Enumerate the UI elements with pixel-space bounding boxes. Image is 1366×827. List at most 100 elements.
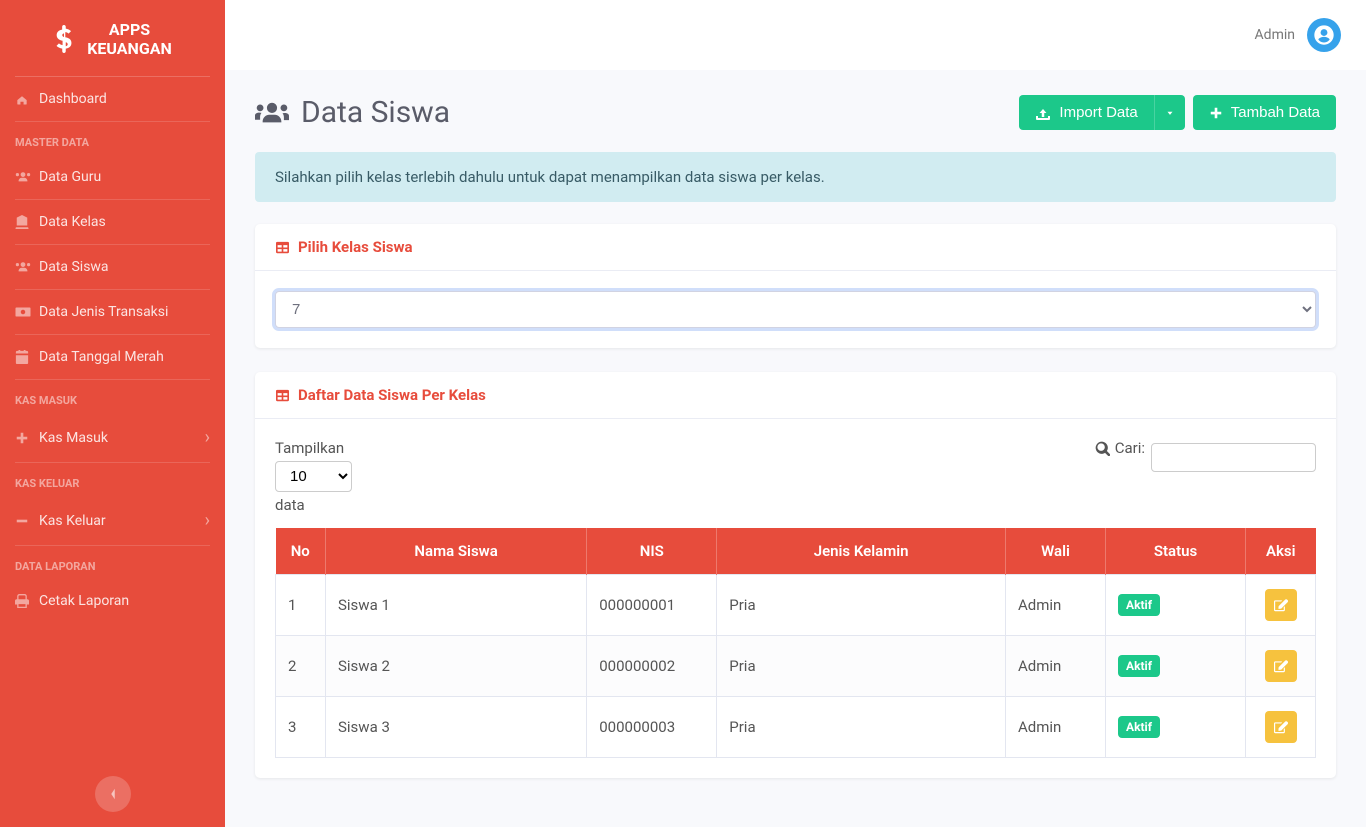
edit-button[interactable] [1265,711,1297,743]
kelas-select[interactable]: 7 [275,291,1316,328]
sidebar-item-label: Data Tanggal Merah [39,349,164,365]
sidebar-heading-laporan: DATA LAPORAN [0,546,225,579]
status-badge: Aktif [1118,594,1160,616]
users-icon [15,170,39,184]
upload-icon [1035,105,1051,121]
sidebar-item-data-guru[interactable]: Data Guru [0,155,225,199]
table-length-select[interactable]: 10 [275,461,352,492]
sidebar-item-label: Data Kelas [39,214,106,230]
cell-jk: Pria [717,697,1006,758]
status-badge: Aktif [1118,655,1160,677]
col-status[interactable]: Status [1106,528,1246,575]
length-label-pre: Tampilkan [275,439,352,457]
sidebar-heading-master: MASTER DATA [0,122,225,155]
sidebar-item-data-tanggal-merah[interactable]: Data Tanggal Merah [0,335,225,379]
sidebar-item-label: Kas Keluar [39,513,106,529]
calendar-icon [15,350,39,364]
card-header-pilih-kelas: Pilih Kelas Siswa [255,224,1336,271]
user-menu[interactable]: Admin [1255,18,1341,52]
brand[interactable]: APPS KEUANGAN [15,0,210,77]
sidebar-item-dashboard[interactable]: Dashboard [0,77,225,121]
cell-jk: Pria [717,636,1006,697]
edit-button[interactable] [1265,650,1297,682]
cell-no: 3 [276,697,326,758]
sidebar-item-kas-masuk[interactable]: Kas Masuk [0,413,225,462]
cell-no: 2 [276,636,326,697]
cell-nis: 000000003 [587,697,717,758]
minus-icon [15,514,39,528]
sidebar-item-label: Cetak Laporan [39,593,129,609]
cell-nama: Siswa 1 [326,575,587,636]
username-label: Admin [1255,27,1295,43]
topbar: Admin [225,0,1366,70]
sidebar: APPS KEUANGAN Dashboard MASTER DATA Data… [0,0,225,827]
search-icon [1095,441,1110,456]
table-search-control: Cari: [1095,439,1316,514]
table-length-control: Tampilkan 10 data [275,439,352,514]
sidebar-item-label: Dashboard [39,91,107,107]
building-icon [15,215,39,229]
table-search-input[interactable] [1151,443,1316,472]
card-daftar-siswa: Daftar Data Siswa Per Kelas Tampilkan 10… [255,372,1336,778]
print-icon [15,594,39,608]
col-jk[interactable]: Jenis Kelamin [717,528,1006,575]
table-icon [275,389,290,402]
sidebar-item-cetak-laporan[interactable]: Cetak Laporan [0,579,225,623]
cell-aksi [1246,575,1316,636]
sidebar-heading-kas-keluar: KAS KELUAR [0,463,225,496]
sidebar-heading-kas-masuk: KAS MASUK [0,380,225,413]
cell-wali: Admin [1006,697,1106,758]
sidebar-item-label: Kas Masuk [39,430,108,446]
cell-status: Aktif [1106,697,1246,758]
sidebar-item-label: Data Jenis Transaksi [39,304,168,320]
sidebar-item-kas-keluar[interactable]: Kas Keluar [0,496,225,545]
status-badge: Aktif [1118,716,1160,738]
sidebar-collapse-button[interactable] [95,776,131,812]
cell-aksi [1246,697,1316,758]
dollar-icon [53,25,75,53]
money-icon [15,306,39,318]
cell-nis: 000000002 [587,636,717,697]
table-row: 2Siswa 2000000002PriaAdmin Aktif [276,636,1316,697]
siswa-table: No Nama Siswa NIS Jenis Kelamin Wali Sta… [275,528,1316,758]
cell-nis: 000000001 [587,575,717,636]
info-alert: Silahkan pilih kelas terlebih dahulu unt… [255,152,1336,202]
plus-icon [1209,106,1223,120]
length-label-post: data [275,496,352,514]
sidebar-item-label: Data Guru [39,169,101,185]
col-nis[interactable]: NIS [587,528,717,575]
table-row: 1Siswa 1000000001PriaAdmin Aktif [276,575,1316,636]
card-pilih-kelas: Pilih Kelas Siswa 7 [255,224,1336,348]
cell-status: Aktif [1106,575,1246,636]
col-nama[interactable]: Nama Siswa [326,528,587,575]
cell-wali: Admin [1006,636,1106,697]
avatar [1307,18,1341,52]
cell-wali: Admin [1006,575,1106,636]
users-icon [255,99,289,127]
edit-button[interactable] [1265,589,1297,621]
brand-text: APPS KEUANGAN [87,20,172,58]
home-icon [15,92,39,106]
sidebar-item-label: Data Siswa [39,259,109,275]
cell-nama: Siswa 2 [326,636,587,697]
table-icon [275,241,290,254]
users-icon [15,260,39,274]
sidebar-item-data-kelas[interactable]: Data Kelas [0,200,225,244]
cell-no: 1 [276,575,326,636]
import-data-button-group: Import Data [1019,95,1184,130]
cell-jk: Pria [717,575,1006,636]
card-header-daftar: Daftar Data Siswa Per Kelas [255,372,1336,419]
col-wali[interactable]: Wali [1006,528,1106,575]
import-data-button[interactable]: Import Data [1019,95,1153,130]
col-no[interactable]: No [276,528,326,575]
cell-nama: Siswa 3 [326,697,587,758]
tambah-data-button[interactable]: Tambah Data [1193,95,1336,130]
import-data-dropdown-toggle[interactable] [1154,95,1185,130]
search-label: Cari: [1115,439,1145,457]
col-aksi[interactable]: Aksi [1246,528,1316,575]
plus-icon [15,431,39,445]
sidebar-item-data-siswa[interactable]: Data Siswa [0,245,225,289]
sidebar-item-data-jenis-transaksi[interactable]: Data Jenis Transaksi [0,290,225,334]
page-title: Data Siswa [255,95,450,130]
table-row: 3Siswa 3000000003PriaAdmin Aktif [276,697,1316,758]
